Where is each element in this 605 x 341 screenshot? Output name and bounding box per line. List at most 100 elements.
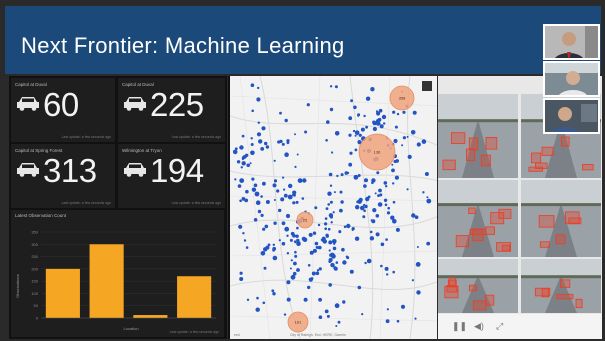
map-point: [250, 137, 253, 140]
map-point: [416, 290, 421, 295]
map-point: [349, 151, 353, 155]
detection-box: [468, 284, 477, 292]
map-point: [280, 197, 285, 202]
counter-card[interactable]: Capitol at Duval 60 Last update: a few s…: [11, 78, 115, 142]
map-point: [351, 227, 355, 231]
map-point: [245, 189, 249, 194]
map-point: [354, 134, 357, 137]
detection-box: [560, 136, 570, 147]
map-point: [317, 223, 321, 227]
counter-footer: Last update: a few seconds ago: [61, 135, 111, 139]
y-tick-label: 50: [34, 303, 39, 308]
map-point: [265, 145, 270, 149]
map-point: [260, 195, 263, 198]
map-point: [348, 116, 353, 121]
map-point: [333, 191, 336, 194]
map-point: [392, 270, 395, 274]
detection-box: [468, 137, 479, 151]
map-point: [345, 255, 349, 258]
map-panel[interactable]: 358 136 25 161 esri City of Raleigh, Esri, …: [228, 76, 437, 339]
map-point: [255, 307, 260, 312]
map-point: [308, 232, 313, 237]
map-point: [383, 122, 386, 125]
map-point: [326, 314, 330, 318]
map-point: [286, 234, 289, 237]
counter-footer: Last update: a few seconds ago: [171, 201, 221, 205]
map-point: [366, 258, 372, 264]
map-point: [292, 201, 296, 205]
map-point: [286, 141, 290, 145]
map-point: [294, 133, 296, 136]
map-point: [392, 182, 395, 185]
map-point: [328, 249, 331, 252]
counter-value: 313: [43, 152, 97, 189]
map-point: [278, 239, 281, 242]
map-point: [237, 184, 242, 188]
map-point: [391, 168, 395, 173]
detection-box: [534, 287, 551, 297]
map-point: [375, 232, 380, 237]
counter-card[interactable]: Wilmington at Tryon 194 Last update: a f…: [118, 144, 225, 208]
map-point: [411, 279, 414, 282]
detection-box: [541, 146, 554, 156]
title-banner: Next Frontier: Machine Learning: [5, 6, 601, 74]
participant-video[interactable]: [543, 61, 600, 97]
map-point: [352, 129, 356, 133]
detection-box: [448, 277, 457, 288]
volume-icon[interactable]: ◀): [474, 321, 484, 332]
map-point: [340, 200, 344, 204]
map-point: [331, 151, 334, 154]
map-point: [236, 160, 241, 164]
detection-box: [485, 294, 495, 306]
map-point: [277, 140, 281, 144]
map-point: [239, 145, 244, 150]
feed-sky: [438, 94, 518, 121]
map-point: [364, 178, 368, 183]
counter-card[interactable]: Capitol at Spring Forest 313 Last update…: [11, 144, 115, 208]
map-point: [286, 297, 291, 302]
map-point: [347, 171, 350, 174]
map-point: [263, 266, 267, 270]
map-point: [328, 172, 333, 177]
map-point: [369, 230, 373, 234]
map-point: [303, 297, 308, 302]
map-point: [353, 174, 359, 180]
observation-chart-card[interactable]: Latest Observation Count Observations Lo…: [11, 210, 224, 337]
detection-box: [455, 235, 469, 248]
participant-video[interactable]: [543, 24, 600, 60]
video-controls: ❚❚ ◀) ⤢: [438, 314, 602, 339]
map-point: [385, 238, 388, 241]
map-point: [343, 225, 347, 229]
map-point: [393, 138, 398, 144]
counter-value: 225: [150, 86, 204, 123]
map-point: [257, 209, 262, 214]
map-point: [245, 246, 249, 249]
map-point: [402, 136, 406, 140]
map-point: [370, 87, 375, 92]
map-point: [264, 141, 268, 146]
map-point: [378, 188, 382, 193]
map-point: [338, 230, 342, 234]
map-point: [330, 252, 335, 258]
map-point: [383, 181, 388, 185]
map-point: [358, 197, 363, 202]
map-point: [315, 271, 320, 276]
pause-icon[interactable]: ❚❚: [452, 321, 467, 332]
map-point: [256, 132, 262, 137]
y-tick-label: 250: [31, 254, 38, 259]
detection-box: [555, 234, 566, 245]
bar: [133, 315, 168, 318]
counter-card[interactable]: Capitol at Duval 225 Last update: a few …: [118, 78, 225, 142]
map-canvas[interactable]: 358 136 25 161: [230, 76, 437, 339]
participant-video[interactable]: [543, 98, 600, 134]
map-point: [386, 308, 389, 311]
map-menu-button[interactable]: [422, 81, 432, 91]
map-point: [260, 147, 265, 151]
detection-box: [472, 228, 484, 242]
map-point: [272, 255, 278, 261]
map-point: [392, 110, 396, 114]
fullscreen-icon[interactable]: ⤢: [496, 321, 503, 332]
map-point: [288, 183, 293, 189]
map-point: [334, 85, 338, 89]
camera-feed: [438, 259, 518, 313]
